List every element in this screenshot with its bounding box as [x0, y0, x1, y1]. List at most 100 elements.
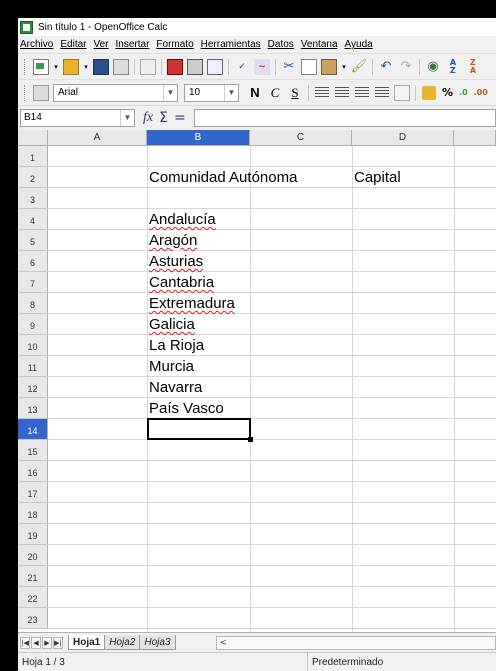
add-decimal-icon[interactable]: .0	[459, 88, 468, 97]
cell-b10[interactable]: La Rioja	[147, 335, 204, 356]
row-header-14[interactable]: 14	[18, 419, 48, 440]
first-sheet-icon[interactable]: |◀	[20, 636, 30, 649]
active-cell-cursor[interactable]	[147, 418, 251, 440]
menu-editar[interactable]: Editar	[60, 39, 86, 50]
cell-b8[interactable]: Extremadura	[147, 293, 235, 314]
email-document-icon[interactable]	[113, 58, 129, 75]
column-header-b[interactable]: B	[147, 130, 250, 146]
open-dropdown-arrow-icon[interactable]: ▾	[83, 59, 89, 75]
row-header-15[interactable]: 15	[18, 440, 48, 461]
currency-format-icon[interactable]	[422, 85, 436, 100]
menu-ayuda[interactable]: Ayuda	[345, 39, 373, 50]
font-name-select[interactable]: Arial ▼	[53, 83, 178, 102]
percent-format-button[interactable]: %	[442, 86, 453, 99]
row-header-20[interactable]: 20	[18, 545, 48, 566]
clone-format-brush-icon[interactable]: 🖌	[351, 59, 368, 75]
row-header-22[interactable]: 22	[18, 587, 48, 608]
cell-d2[interactable]: Capital	[352, 167, 401, 188]
menu-insertar[interactable]: Insertar	[116, 39, 150, 50]
spreadsheet-grid[interactable]: A B C D 1 2 3 4 5 6 7 8 9 10 11 12 13 14 15 16 17 18 19 20 21 22 2…	[18, 130, 496, 632]
row-header-6[interactable]: 6	[18, 251, 48, 272]
underline-button[interactable]: S	[287, 85, 303, 101]
status-page-style[interactable]: Predeterminado	[308, 657, 383, 668]
spellcheck-icon[interactable]: ✓	[234, 59, 250, 75]
autofill-handle[interactable]	[248, 437, 253, 442]
chevron-down-icon[interactable]: ▼	[224, 84, 238, 101]
cell-b9[interactable]: Galicia	[147, 314, 195, 335]
row-header-2[interactable]: 2	[18, 167, 48, 188]
cut-scissors-icon[interactable]: ✂	[281, 59, 297, 75]
prev-sheet-icon[interactable]: ◀	[31, 636, 41, 649]
row-header-7[interactable]: 7	[18, 272, 48, 293]
row-header-19[interactable]: 19	[18, 524, 48, 545]
column-header-a[interactable]: A	[48, 130, 147, 146]
scroll-left-icon[interactable]: <	[220, 638, 228, 648]
export-pdf-icon[interactable]	[167, 58, 183, 75]
edit-file-icon[interactable]	[140, 58, 156, 75]
function-wizard-icon[interactable]: fx	[143, 110, 153, 126]
paste-dropdown-arrow-icon[interactable]: ▾	[341, 59, 347, 75]
chevron-down-icon[interactable]: ▼	[120, 109, 134, 126]
toolbar-grip[interactable]	[24, 58, 27, 75]
row-header-8[interactable]: 8	[18, 293, 48, 314]
align-justify-icon[interactable]	[375, 86, 389, 99]
redo-icon[interactable]: ↷	[398, 59, 414, 75]
italic-button[interactable]: C	[267, 85, 283, 101]
menu-ver[interactable]: Ver	[93, 39, 108, 50]
row-header-12[interactable]: 12	[18, 377, 48, 398]
copy-icon[interactable]	[301, 58, 317, 75]
column-header[interactable]	[454, 130, 496, 146]
menu-datos[interactable]: Datos	[268, 39, 294, 50]
cell-b7[interactable]: Cantabria	[147, 272, 214, 293]
select-all-corner[interactable]	[18, 130, 48, 146]
cell-b12[interactable]: Navarra	[147, 377, 202, 398]
row-header-4[interactable]: 4	[18, 209, 48, 230]
row-header-18[interactable]: 18	[18, 503, 48, 524]
align-center-icon[interactable]	[335, 86, 349, 99]
sheet-tab-hoja2[interactable]: Hoja2	[104, 635, 141, 650]
horizontal-scrollbar[interactable]: <	[215, 635, 496, 650]
cell-b13[interactable]: País Vasco	[147, 398, 224, 419]
row-header-9[interactable]: 9	[18, 314, 48, 335]
row-header-13[interactable]: 13	[18, 398, 48, 419]
row-header-1[interactable]: 1	[18, 146, 48, 167]
delete-decimal-icon[interactable]: .00	[474, 88, 488, 97]
row-header-3[interactable]: 3	[18, 188, 48, 209]
save-icon[interactable]	[93, 58, 109, 75]
row-header-23[interactable]: 23	[18, 608, 48, 629]
row-header-17[interactable]: 17	[18, 482, 48, 503]
align-left-icon[interactable]	[315, 86, 329, 99]
cell-b6[interactable]: Asturias	[147, 251, 203, 272]
toolbar-grip[interactable]	[24, 84, 27, 101]
row-header-11[interactable]: 11	[18, 356, 48, 377]
merge-cells-icon[interactable]	[394, 84, 410, 101]
row-header-5[interactable]: 5	[18, 230, 48, 251]
sort-descending-icon[interactable]: ZA	[465, 58, 481, 75]
next-sheet-icon[interactable]: ▶	[42, 636, 52, 649]
row-header-21[interactable]: 21	[18, 566, 48, 587]
new-document-icon[interactable]	[33, 58, 49, 75]
sort-ascending-icon[interactable]: AZ	[445, 58, 461, 75]
menu-ventana[interactable]: Ventana	[301, 39, 338, 50]
autospellcheck-icon[interactable]: ~	[254, 58, 270, 75]
sheet-tab-hoja3[interactable]: Hoja3	[139, 635, 176, 650]
bold-button[interactable]: N	[247, 85, 263, 100]
undo-icon[interactable]: ↶	[378, 59, 394, 75]
chevron-down-icon[interactable]: ▼	[163, 84, 177, 101]
sheet-tab-hoja1[interactable]: Hoja1	[68, 635, 106, 650]
new-dropdown-arrow-icon[interactable]: ▾	[53, 59, 59, 75]
cell-b4[interactable]: Andalucía	[147, 209, 216, 230]
menu-archivo[interactable]: Archivo	[20, 39, 53, 50]
column-header-c[interactable]: C	[250, 130, 352, 146]
row-header-16[interactable]: 16	[18, 461, 48, 482]
formula-input[interactable]	[193, 108, 496, 127]
sum-sigma-icon[interactable]: Σ	[159, 110, 168, 126]
align-right-icon[interactable]	[355, 86, 369, 99]
last-sheet-icon[interactable]: ▶|	[53, 636, 63, 649]
paste-icon[interactable]	[321, 58, 337, 75]
cell-b5[interactable]: Aragón	[147, 230, 197, 251]
menu-herramientas[interactable]: Herramientas	[201, 39, 261, 50]
row-header-10[interactable]: 10	[18, 335, 48, 356]
navigator-globe-icon[interactable]: ◉	[425, 59, 441, 75]
column-header-d[interactable]: D	[352, 130, 454, 146]
